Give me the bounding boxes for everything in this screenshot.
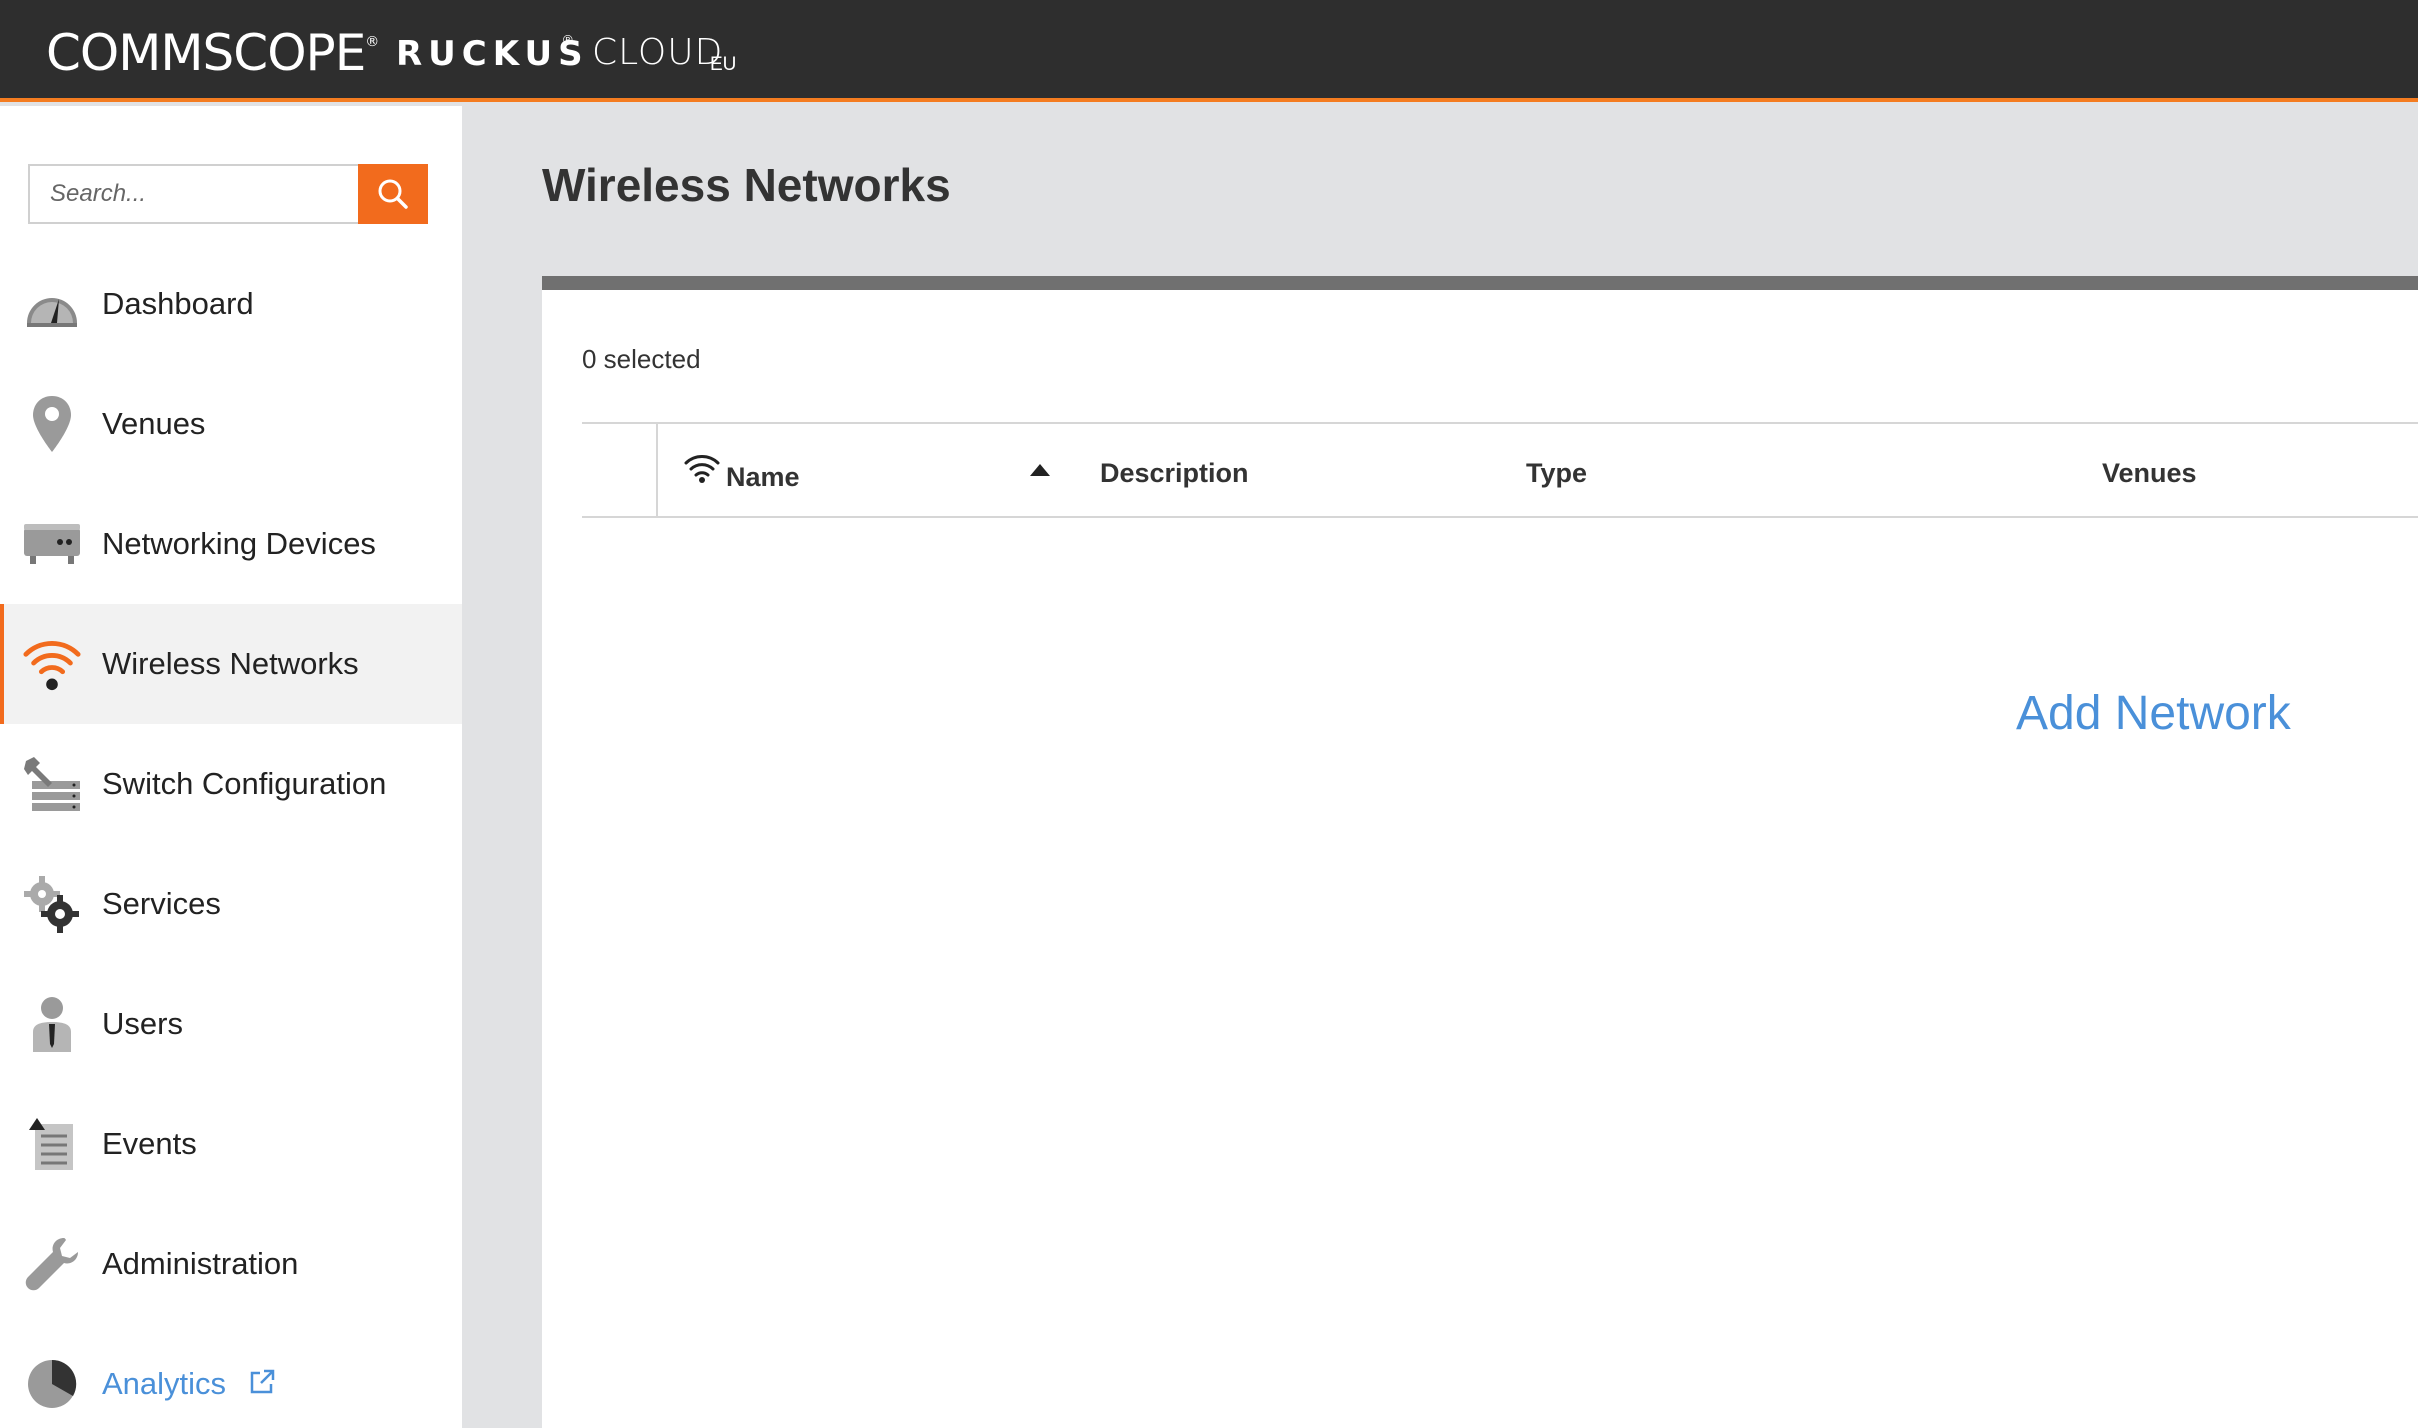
wifi-icon (684, 455, 720, 483)
sidebar-item-label: Services (102, 886, 221, 921)
sidebar-item-administration[interactable]: Administration (0, 1204, 462, 1324)
sidebar-item-switch-configuration[interactable]: Switch Configuration (0, 724, 462, 844)
search-icon (378, 179, 408, 209)
column-header-type[interactable]: Type (1526, 458, 1587, 489)
commscope-logo: COMMSCOPE® (46, 24, 379, 82)
sidebar: Dashboard Venues Networking Devices (0, 106, 462, 1428)
top-bar: COMMSCOPE® RUCKUS ® CLOUD EU (0, 0, 2418, 102)
sidebar-item-label: Switch Configuration (102, 766, 387, 801)
gears-icon (22, 874, 82, 934)
add-network-link[interactable]: Add Network (2016, 686, 2291, 741)
sidebar-item-label: Administration (102, 1246, 299, 1281)
sidebar-item-label: Dashboard (102, 286, 254, 321)
column-header-name[interactable]: Name (726, 462, 800, 493)
region-label: EU (710, 54, 737, 75)
user-icon (22, 994, 82, 1054)
external-link-icon (250, 1369, 275, 1394)
sidebar-item-networking-devices[interactable]: Networking Devices (0, 484, 462, 604)
sidebar-item-label: Events (102, 1126, 197, 1161)
commscope-logo-text: COMMSCOPE (46, 24, 366, 82)
networks-panel: 0 selected Name Description Type Venues … (542, 276, 2418, 1428)
sidebar-item-venues[interactable]: Venues (0, 364, 462, 484)
search-input[interactable] (30, 166, 354, 222)
table-header: Name Description Type Venues (582, 422, 2418, 518)
dashboard-gauge-icon (22, 274, 82, 334)
sidebar-item-wireless-networks[interactable]: Wireless Networks (0, 604, 462, 724)
events-list-icon (22, 1114, 82, 1174)
select-all-cell[interactable] (582, 424, 658, 516)
sidebar-item-label: Users (102, 1006, 183, 1041)
wifi-icon (22, 634, 82, 694)
sidebar-item-label: Analytics (102, 1366, 227, 1401)
sidebar-item-services[interactable]: Services (0, 844, 462, 964)
router-device-icon (22, 514, 82, 574)
map-pin-icon (22, 394, 82, 454)
sidebar-item-events[interactable]: Events (0, 1084, 462, 1204)
ruckus-reg-mark: ® (563, 32, 573, 47)
page-title: Wireless Networks (542, 159, 951, 211)
sidebar-item-label: Networking Devices (102, 526, 376, 561)
pie-chart-icon (22, 1354, 82, 1414)
search-button[interactable] (358, 164, 428, 224)
commscope-reg-mark: ® (365, 34, 379, 50)
ruckus-logo: RUCKUS (396, 34, 589, 74)
sidebar-item-label: Venues (102, 406, 206, 441)
switch-config-icon (22, 754, 82, 814)
sidebar-item-label: Wireless Networks (102, 646, 359, 681)
column-header-venues[interactable]: Venues (2102, 458, 2197, 489)
search-box (28, 164, 428, 224)
cloud-label: CLOUD (592, 32, 724, 73)
sidebar-item-dashboard[interactable]: Dashboard (0, 244, 462, 364)
sidebar-item-users[interactable]: Users (0, 964, 462, 1084)
column-header-description[interactable]: Description (1100, 458, 1249, 489)
sidebar-item-analytics[interactable]: Analytics (0, 1324, 462, 1428)
selected-count: 0 selected (582, 344, 701, 374)
sort-ascending-icon[interactable] (1030, 464, 1050, 476)
wrench-icon (22, 1234, 82, 1294)
